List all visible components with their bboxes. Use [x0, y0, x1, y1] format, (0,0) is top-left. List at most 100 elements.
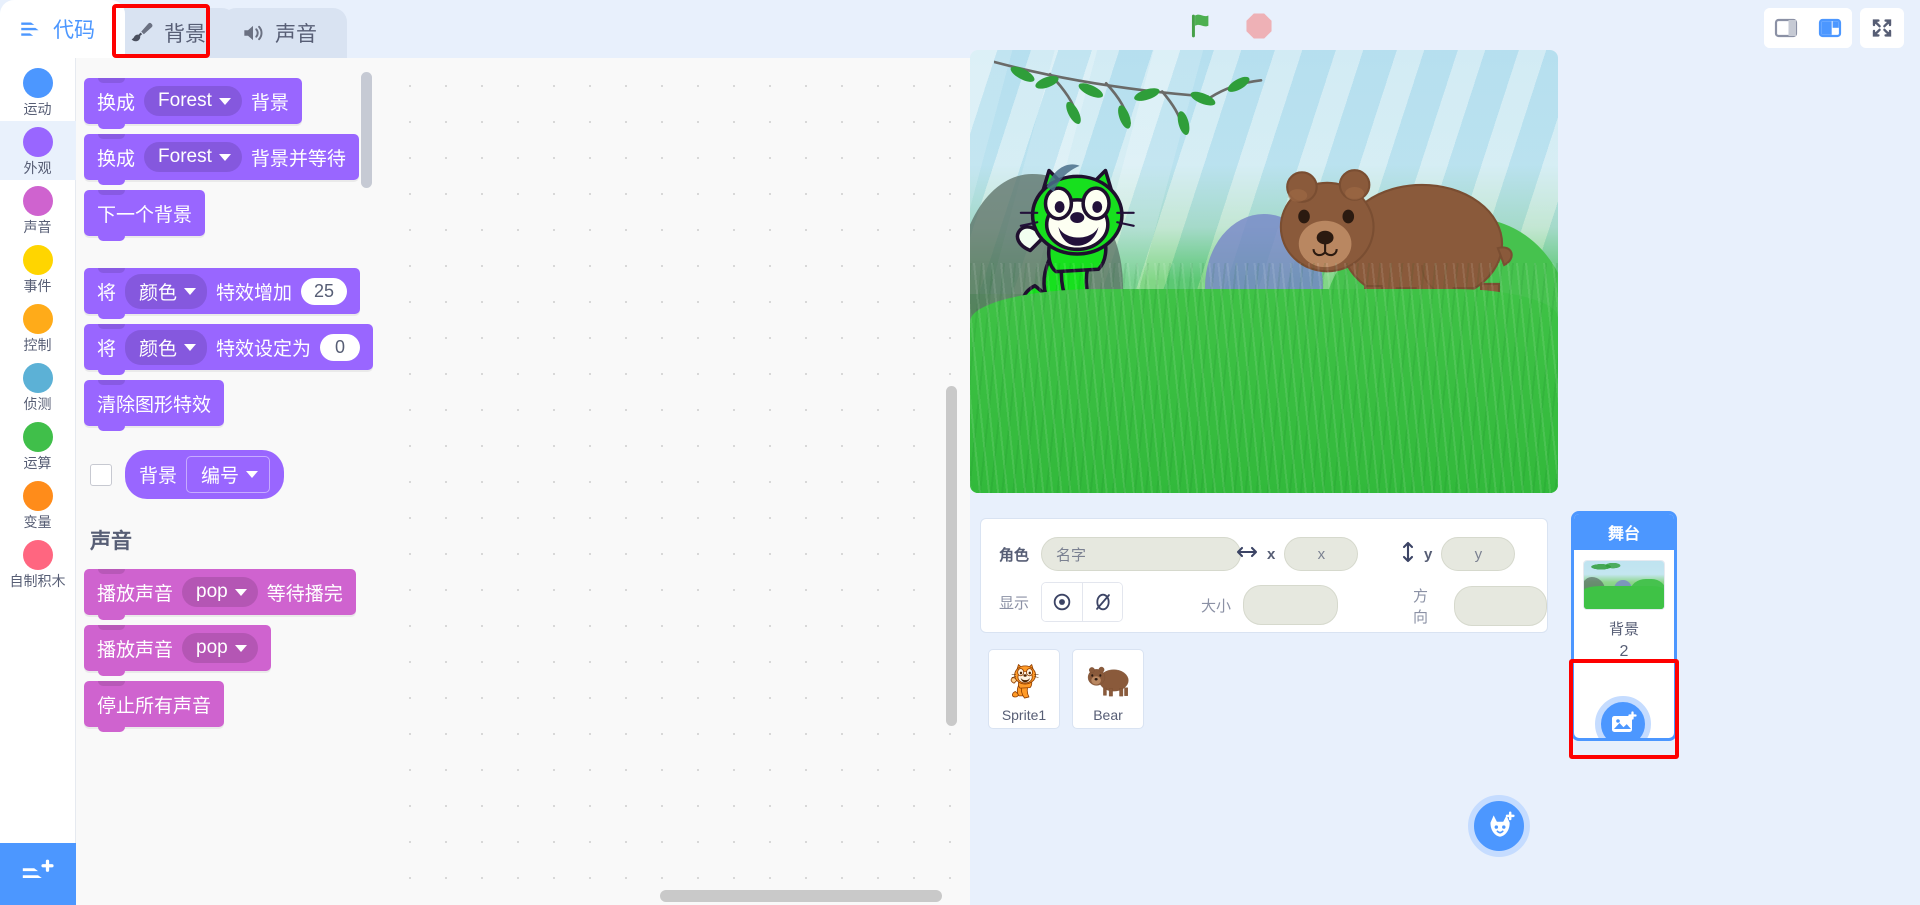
backdrop-property-dropdown[interactable]: 编号	[186, 456, 271, 493]
add-sprite-icon[interactable]	[1468, 795, 1530, 857]
eye-hidden-icon[interactable]	[1082, 583, 1123, 621]
block-stop-all-sounds[interactable]: 停止所有声音	[84, 681, 225, 732]
fullscreen-icon[interactable]	[1860, 8, 1904, 48]
category-looks[interactable]: 外观	[0, 121, 76, 180]
chevron-down-icon	[218, 97, 231, 105]
sprite-show-row: 显示	[999, 582, 1124, 622]
backdrop-count: 2	[1619, 643, 1629, 660]
sprite-size-input[interactable]	[1243, 585, 1339, 625]
effect-dropdown[interactable]: 颜色	[125, 273, 208, 309]
category-sound[interactable]: 声音	[0, 180, 76, 239]
category-label: 外观	[23, 160, 52, 176]
effect-dropdown[interactable]: 颜色	[125, 329, 208, 365]
block-clear-effects[interactable]: 清除图形特效	[84, 380, 225, 431]
category-color-dot	[22, 127, 53, 157]
block-play-sound[interactable]: 播放声音 pop	[84, 625, 271, 676]
category-color-dot	[22, 481, 53, 511]
block-palette[interactable]: 换成 Forest 背景 换成 Forest 背景并等待 下一个背景 将 颜色 …	[76, 58, 382, 905]
tab-backdrops[interactable]: 背景	[111, 8, 236, 58]
backdrop-dropdown[interactable]: Forest	[144, 86, 242, 116]
effect-value-input[interactable]: 0	[320, 333, 361, 361]
sprite-tiles: Sprite1 Bear	[980, 641, 1548, 729]
tab-code[interactable]: 代码	[0, 0, 125, 58]
sprite-direction-label: 方向	[1413, 588, 1429, 626]
block-change-effect[interactable]: 将 颜色 特效增加 25	[84, 268, 361, 319]
code-icon	[18, 16, 44, 42]
bear-icon	[1073, 656, 1143, 706]
sprite-x-row: x x	[1236, 537, 1359, 571]
sprite-y-input[interactable]: y	[1441, 537, 1516, 571]
tab-sounds[interactable]: 声音	[222, 8, 347, 58]
effect-value-input[interactable]: 25	[301, 277, 348, 305]
category-rail: 运动 外观 声音 事件 控制 侦测 运算 变量 自制积木	[0, 58, 76, 905]
category-color-dot	[22, 540, 53, 570]
category-label: 自制积木	[9, 573, 66, 589]
category-color-dot	[22, 363, 53, 393]
block-next-backdrop[interactable]: 下一个背景	[84, 190, 206, 241]
block-text-pre: 播放声音	[97, 583, 174, 605]
stage-card-title: 舞台	[1574, 514, 1674, 550]
add-extension-icon[interactable]	[0, 843, 76, 905]
stage-selector: 舞台 背景 2	[1565, 503, 1683, 905]
dropdown-value: 颜色	[139, 338, 178, 360]
category-events[interactable]: 事件	[0, 239, 76, 298]
sprite-name-input[interactable]: 名字	[1041, 537, 1242, 571]
large-stage-icon[interactable]	[1808, 8, 1852, 48]
workspace-vertical-scrollbar[interactable]	[946, 386, 957, 726]
sprite-tile-bear[interactable]: Bear	[1072, 649, 1144, 729]
chevron-down-icon	[234, 588, 247, 596]
block-play-sound-until-done[interactable]: 播放声音 pop 等待播完	[84, 569, 356, 620]
sprite-tile-name: Bear	[1093, 707, 1123, 723]
palette-scrollbar[interactable]	[361, 72, 372, 188]
sound-dropdown[interactable]: pop	[182, 577, 258, 607]
top-bar: 代码 背景 声音	[0, 0, 1920, 58]
reporter-label: 背景	[139, 466, 178, 487]
block-text-pre: 播放声音	[97, 639, 174, 661]
stage[interactable]	[970, 50, 1558, 493]
block-text-pre: 将	[97, 338, 117, 360]
category-sensing[interactable]: 侦测	[0, 357, 76, 416]
sprite-name-row: 角色 名字	[999, 537, 1242, 571]
eye-visible-icon[interactable]	[1042, 583, 1083, 621]
block-text-post: 特效增加	[216, 282, 293, 304]
block-set-effect[interactable]: 将 颜色 特效设定为 0	[84, 324, 374, 375]
horizontal-arrows-icon	[1236, 544, 1258, 565]
block-text-pre: 换成	[97, 92, 136, 114]
block-backdrop-number[interactable]: 背景 编号	[125, 450, 285, 499]
category-color-dot	[22, 304, 53, 334]
dropdown-value: 颜色	[139, 282, 178, 304]
block-switch-backdrop[interactable]: 换成 Forest 背景	[84, 78, 302, 129]
block-text-post: 背景	[250, 92, 289, 114]
tab-code-label: 代码	[53, 19, 95, 42]
scratch-cat-icon	[989, 656, 1059, 706]
palette-content: 换成 Forest 背景 换成 Forest 背景并等待 下一个背景 将 颜色 …	[76, 58, 382, 737]
block-switch-backdrop-wait[interactable]: 换成 Forest 背景并等待	[84, 134, 359, 185]
category-label: 事件	[23, 278, 52, 294]
category-variables[interactable]: 变量	[0, 475, 76, 534]
category-color-dot	[22, 245, 53, 275]
stop-icon[interactable]	[1241, 8, 1277, 44]
workspace-horizontal-scrollbar[interactable]	[660, 890, 942, 902]
backdrop-reporter-checkbox[interactable]	[90, 463, 112, 486]
category-color-dot	[22, 186, 53, 216]
category-operators[interactable]: 运算	[0, 416, 76, 475]
stage-card[interactable]: 舞台 背景 2	[1571, 511, 1677, 741]
small-stage-icon[interactable]	[1764, 8, 1808, 48]
sprite-tile-sprite1[interactable]: Sprite1	[988, 649, 1060, 729]
dropdown-value: Forest	[158, 146, 212, 167]
sprite-panel: 角色 名字 x x y y 显示 大小 方向 Sprite1 Bear	[970, 503, 1558, 905]
sprite-x-input[interactable]: x	[1284, 537, 1359, 571]
sprite-direction-input[interactable]	[1454, 586, 1547, 626]
green-flag-icon[interactable]	[1185, 8, 1221, 44]
code-workspace[interactable]	[382, 58, 970, 905]
dropdown-value: 编号	[201, 466, 240, 487]
paintbrush-icon	[129, 20, 155, 46]
run-controls	[1185, 8, 1277, 44]
category-control[interactable]: 控制	[0, 298, 76, 357]
backdrop-dropdown[interactable]: Forest	[144, 142, 242, 172]
sprite-show-label: 显示	[999, 594, 1030, 612]
category-motion[interactable]: 运动	[0, 62, 76, 121]
category-my-blocks[interactable]: 自制积木	[0, 534, 76, 593]
sound-dropdown[interactable]: pop	[182, 633, 258, 663]
add-backdrop-icon[interactable]	[1595, 696, 1651, 738]
